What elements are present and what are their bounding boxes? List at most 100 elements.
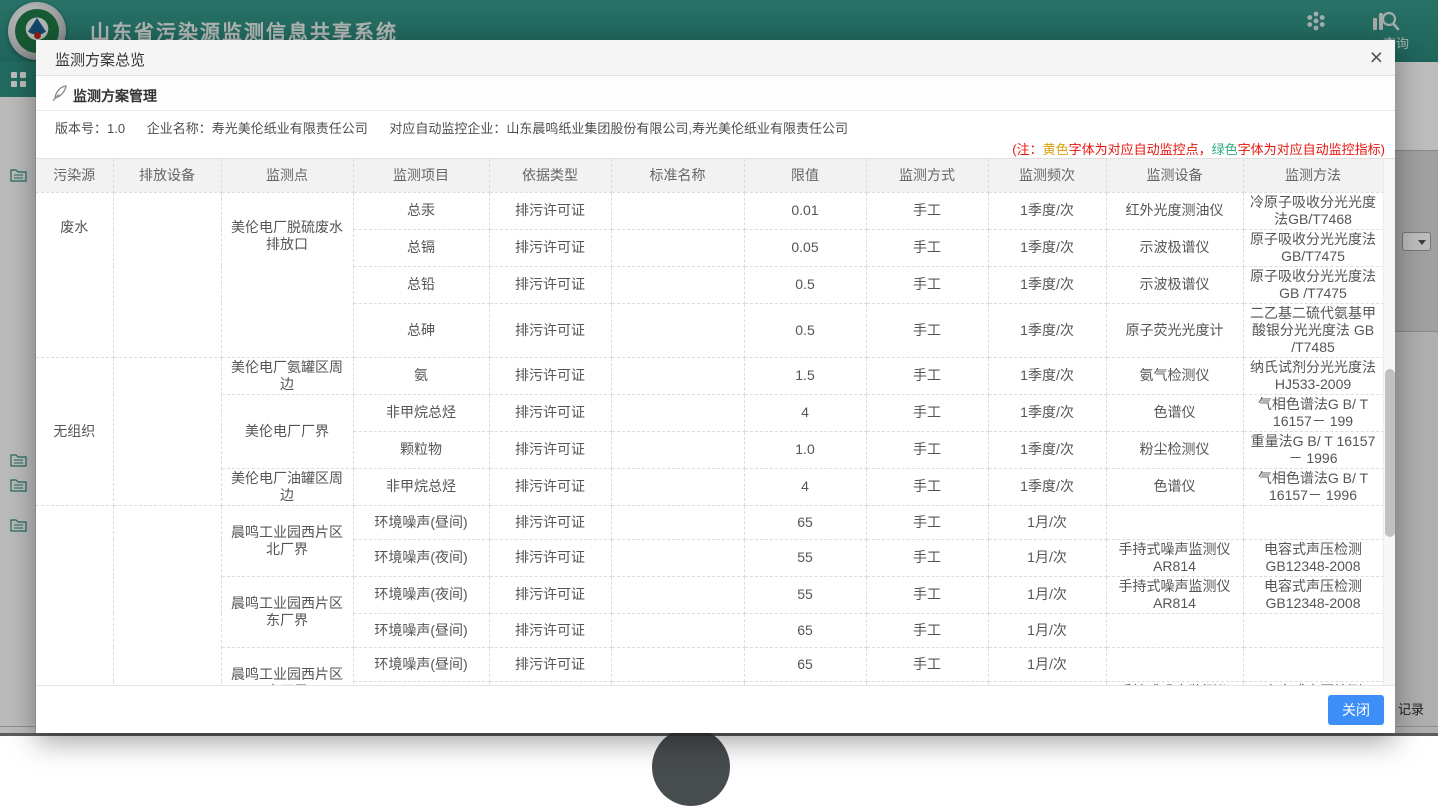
table-cell: 65 xyxy=(744,647,866,681)
table-cell: 排污许可证 xyxy=(489,539,611,576)
table-cell: 氨气检测仪 xyxy=(1106,357,1243,394)
table-cell: 1季度/次 xyxy=(988,192,1106,229)
table-cell xyxy=(611,431,744,468)
company-label: 企业名称： xyxy=(147,121,212,136)
table-cell: 环境噪声(夜间) xyxy=(353,576,489,613)
table-cell: 环境噪声(昼间) xyxy=(353,613,489,647)
table-cell xyxy=(1106,647,1243,681)
table-cell: 示波极谱仪 xyxy=(1106,266,1243,303)
table-cell: 1季度/次 xyxy=(988,468,1106,505)
table-cell: 粉尘检测仪 xyxy=(1106,431,1243,468)
table-cell xyxy=(611,303,744,357)
table-cell: 1月/次 xyxy=(988,647,1106,681)
table-row: 废水美伦电厂脱硫废水排放口总汞排污许可证0.01手工1季度/次红外光度测油仪冷原… xyxy=(36,192,1383,229)
table-cell: 环境噪声(昼间) xyxy=(353,505,489,539)
table-cell: 0.5 xyxy=(744,303,866,357)
table-cell: 手工 xyxy=(866,303,988,357)
table-cell: 1季度/次 xyxy=(988,303,1106,357)
scrollbar-thumb[interactable] xyxy=(1385,369,1395,537)
table-cell: 排污许可证 xyxy=(489,394,611,431)
table-cell xyxy=(1243,505,1383,539)
table-scrollbar[interactable] xyxy=(1383,159,1395,685)
column-header: 监测点 xyxy=(221,159,353,192)
table-cell: 排污许可证 xyxy=(489,613,611,647)
table-cell: 手工 xyxy=(866,505,988,539)
table-cell: 排污许可证 xyxy=(489,229,611,266)
table-cell: 非甲烷总烃 xyxy=(353,394,489,431)
table-row: 美伦电厂油罐区周边非甲烷总烃排污许可证4手工1季度/次色谱仪气相色谱法G B/ … xyxy=(36,468,1383,505)
monitoring-plan-table: 污染源排放设备监测点监测项目依据类型标准名称限值监测方式监测频次监测设备监测方法… xyxy=(36,159,1384,685)
table-cell xyxy=(611,505,744,539)
table-cell: 手工 xyxy=(866,357,988,394)
table-cell: 总汞 xyxy=(353,192,489,229)
color-legend-note: (注：黄色字体为对应自动监控点，绿色字体为对应自动监控指标) xyxy=(1012,139,1385,158)
close-button[interactable]: 关闭 xyxy=(1328,695,1384,725)
table-cell xyxy=(611,468,744,505)
table-cell: 总砷 xyxy=(353,303,489,357)
note-yellow: 黄色 xyxy=(1043,142,1069,157)
column-header: 监测方式 xyxy=(866,159,988,192)
note-mid: 字体为对应自动监控点， xyxy=(1069,142,1212,157)
table-cell xyxy=(611,394,744,431)
table-cell xyxy=(113,505,221,685)
close-icon[interactable]: × xyxy=(1370,43,1383,71)
table-cell xyxy=(611,647,744,681)
table-cell: 手工 xyxy=(866,576,988,613)
table-cell: 美伦电厂氨罐区周边 xyxy=(221,357,353,394)
column-header: 限值 xyxy=(744,159,866,192)
column-header: 监测设备 xyxy=(1106,159,1243,192)
table-cell: 电容式声压检测 GB12348-2008 xyxy=(1243,576,1383,613)
table-cell xyxy=(1106,613,1243,647)
note-green: 绿色 xyxy=(1212,142,1238,157)
table-cell: 二乙基二硫代氨基甲酸银分光光度法 GB /T7485 xyxy=(1243,303,1383,357)
table-cell: 总铅 xyxy=(353,266,489,303)
avatar xyxy=(652,728,730,806)
table-cell: 1月/次 xyxy=(988,576,1106,613)
plan-table-container: 污染源排放设备监测点监测项目依据类型标准名称限值监测方式监测频次监测设备监测方法… xyxy=(36,158,1395,685)
table-cell xyxy=(36,505,113,685)
column-header: 监测频次 xyxy=(988,159,1106,192)
note-prefix: (注： xyxy=(1012,142,1042,157)
table-cell xyxy=(113,192,221,357)
table-cell: 原子吸收分光光度法GB /T7475 xyxy=(1243,266,1383,303)
table-cell: 环境噪声(夜间) xyxy=(353,539,489,576)
table-cell: 非甲烷总烃 xyxy=(353,468,489,505)
monitoring-plan-modal: 监测方案总览 × 监测方案管理 版本号：1.0 企业名称：寿光美伦纸业有限责任公… xyxy=(36,40,1395,733)
feather-icon xyxy=(51,84,68,107)
table-cell: 排污许可证 xyxy=(489,357,611,394)
modal-title: 监测方案总览 xyxy=(55,49,145,70)
column-header: 污染源 xyxy=(36,159,113,192)
table-cell xyxy=(611,613,744,647)
table-cell: 手工 xyxy=(866,394,988,431)
note-suffix: 字体为对应自动监控指标) xyxy=(1238,142,1385,157)
table-cell: 排污许可证 xyxy=(489,266,611,303)
column-header: 监测项目 xyxy=(353,159,489,192)
table-cell: 晨鸣工业园西片区北厂界 xyxy=(221,505,353,576)
table-cell: 55 xyxy=(744,539,866,576)
table-row: 晨鸣工业园西片区东厂界环境噪声(夜间)排污许可证55手工1月/次手持式噪声监测仪… xyxy=(36,576,1383,613)
table-cell: 重量法G B/ T 16157 － 1996 xyxy=(1243,431,1383,468)
table-row: 无组织美伦电厂氨罐区周边氨排污许可证1.5手工1季度/次氨气检测仪纳氏试剂分光光… xyxy=(36,357,1383,394)
table-cell: 美伦电厂油罐区周边 xyxy=(221,468,353,505)
auto-company-value: 山东晨鸣纸业集团股份有限公司,寿光美伦纸业有限责任公司 xyxy=(506,121,848,136)
table-cell xyxy=(611,576,744,613)
table-cell: 无组织 xyxy=(36,357,113,505)
table-cell xyxy=(611,229,744,266)
table-cell xyxy=(611,266,744,303)
section-title: 监测方案管理 xyxy=(73,86,157,106)
table-cell: 氨 xyxy=(353,357,489,394)
table-cell: 1季度/次 xyxy=(988,266,1106,303)
table-cell: 废水 xyxy=(36,192,113,357)
table-cell: 排污许可证 xyxy=(489,192,611,229)
table-cell xyxy=(611,357,744,394)
table-cell: 美伦电厂脱硫废水排放口 xyxy=(221,192,353,357)
modal-footer: 关闭 xyxy=(36,685,1395,733)
table-cell: 色谱仪 xyxy=(1106,468,1243,505)
table-cell xyxy=(113,357,221,505)
table-cell: 手持式噪声监测仪 AR814 xyxy=(1106,576,1243,613)
table-cell: 红外光度测油仪 xyxy=(1106,192,1243,229)
column-header: 排放设备 xyxy=(113,159,221,192)
table-cell: 示波极谱仪 xyxy=(1106,229,1243,266)
table-cell xyxy=(611,192,744,229)
table-cell: 1月/次 xyxy=(988,613,1106,647)
